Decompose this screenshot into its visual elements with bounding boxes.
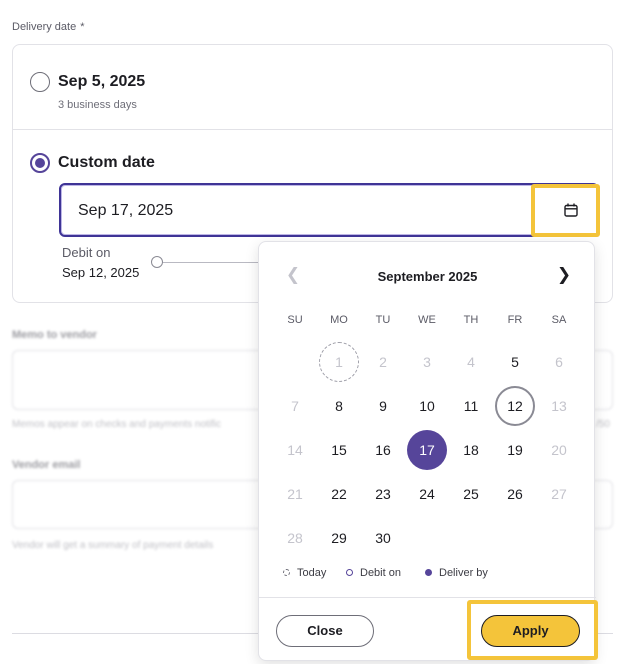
weekday-mo: MO	[330, 314, 348, 326]
calendar-day-23[interactable]: 23	[363, 474, 403, 514]
apply-button[interactable]: Apply	[481, 615, 580, 647]
calendar-day-13: 13	[551, 398, 567, 414]
calendar-day-22[interactable]: 22	[319, 474, 359, 514]
today-marker-icon	[283, 569, 290, 576]
calendar-day-25[interactable]: 25	[451, 474, 491, 514]
calendar-day-24[interactable]: 24	[407, 474, 447, 514]
popover-divider	[259, 597, 596, 598]
card-divider	[12, 129, 613, 130]
calendar-popover: ❮ September 2025 ❯ SU MO TU WE TH FR SA 123456…	[258, 241, 598, 661]
vendor-email-label: Vendor email	[12, 459, 81, 471]
custom-date-input[interactable]: Sep 17, 2025	[59, 183, 599, 237]
delivery-date-label: Delivery date *	[12, 21, 84, 33]
calendar-day-15[interactable]: 15	[319, 430, 359, 470]
debit-marker-icon	[346, 569, 353, 576]
legend-today: Today	[283, 567, 326, 579]
calendar-day-21: 21	[287, 486, 303, 502]
calendar-day-10[interactable]: 10	[407, 386, 447, 426]
calendar-day-3: 3	[423, 354, 431, 370]
calendar-day-12[interactable]: 12	[495, 386, 535, 426]
calendar-day-30[interactable]: 30	[363, 518, 403, 558]
radio-custom-date[interactable]	[30, 153, 50, 173]
legend-debit-label: Debit on	[360, 567, 401, 579]
timeline-track	[157, 262, 260, 263]
weekday-tu: TU	[375, 314, 391, 326]
custom-date-value[interactable]: Sep 17, 2025	[78, 202, 173, 220]
calendar-day-27: 27	[551, 486, 567, 502]
weekday-sa: SA	[551, 314, 567, 326]
calendar-day-17[interactable]: 17	[407, 430, 447, 470]
calendar-icon	[564, 203, 578, 217]
weekday-th: TH	[463, 314, 479, 326]
calendar-month-title: September 2025	[377, 269, 478, 284]
delivery-date-label-text: Delivery date	[12, 21, 77, 33]
option-standard-title[interactable]: Sep 5, 2025	[58, 73, 145, 91]
vendor-email-help: Vendor will get a summary of payment det…	[12, 540, 214, 551]
calendar-day-7: 7	[291, 398, 299, 414]
calendar-day-26[interactable]: 26	[495, 474, 535, 514]
calendar-day-20: 20	[551, 442, 567, 458]
calendar-day-2: 2	[379, 354, 387, 370]
option-custom-title[interactable]: Custom date	[58, 154, 155, 172]
calendar-day-6: 6	[555, 354, 563, 370]
weekday-su: SU	[287, 314, 303, 326]
calendar-day-11[interactable]: 11	[451, 386, 491, 426]
calendar-button[interactable]	[531, 184, 600, 237]
weekday-fr: FR	[507, 314, 523, 326]
legend-deliver-label: Deliver by	[439, 567, 488, 579]
calendar-day-19[interactable]: 19	[495, 430, 535, 470]
option-standard-subtitle: 3 business days	[58, 99, 137, 111]
calendar-day-8[interactable]: 8	[319, 386, 359, 426]
calendar-day-14: 14	[287, 442, 303, 458]
calendar-day-18[interactable]: 18	[451, 430, 491, 470]
debit-on-date: Sep 12, 2025	[62, 265, 140, 280]
legend-today-label: Today	[297, 567, 327, 579]
memo-counter: /50	[596, 419, 610, 430]
required-mark: *	[80, 21, 85, 33]
timeline-debit-dot	[151, 256, 163, 268]
calendar-day-16[interactable]: 16	[363, 430, 403, 470]
calendar-day-28: 28	[287, 530, 303, 546]
weekday-we: WE	[418, 314, 436, 326]
memo-help: Memos appear on checks and payments noti…	[12, 419, 221, 430]
debit-on-label: Debit on	[62, 245, 111, 260]
calendar-day-9[interactable]: 9	[363, 386, 403, 426]
calendar-day-29[interactable]: 29	[319, 518, 359, 558]
radio-standard-date[interactable]	[30, 72, 50, 92]
calendar-day-5[interactable]: 5	[495, 342, 535, 382]
calendar-day-1: 1	[319, 342, 359, 382]
close-button[interactable]: Close	[276, 615, 374, 647]
calendar-day-4: 4	[467, 354, 475, 370]
legend-debit: Debit on	[346, 567, 401, 579]
memo-label: Memo to vendor	[12, 329, 97, 341]
legend-deliver: Deliver by	[425, 567, 488, 579]
deliver-marker-icon	[425, 569, 432, 576]
apply-highlight: Apply	[467, 600, 598, 660]
chevron-right-icon[interactable]: ❯	[554, 264, 574, 286]
